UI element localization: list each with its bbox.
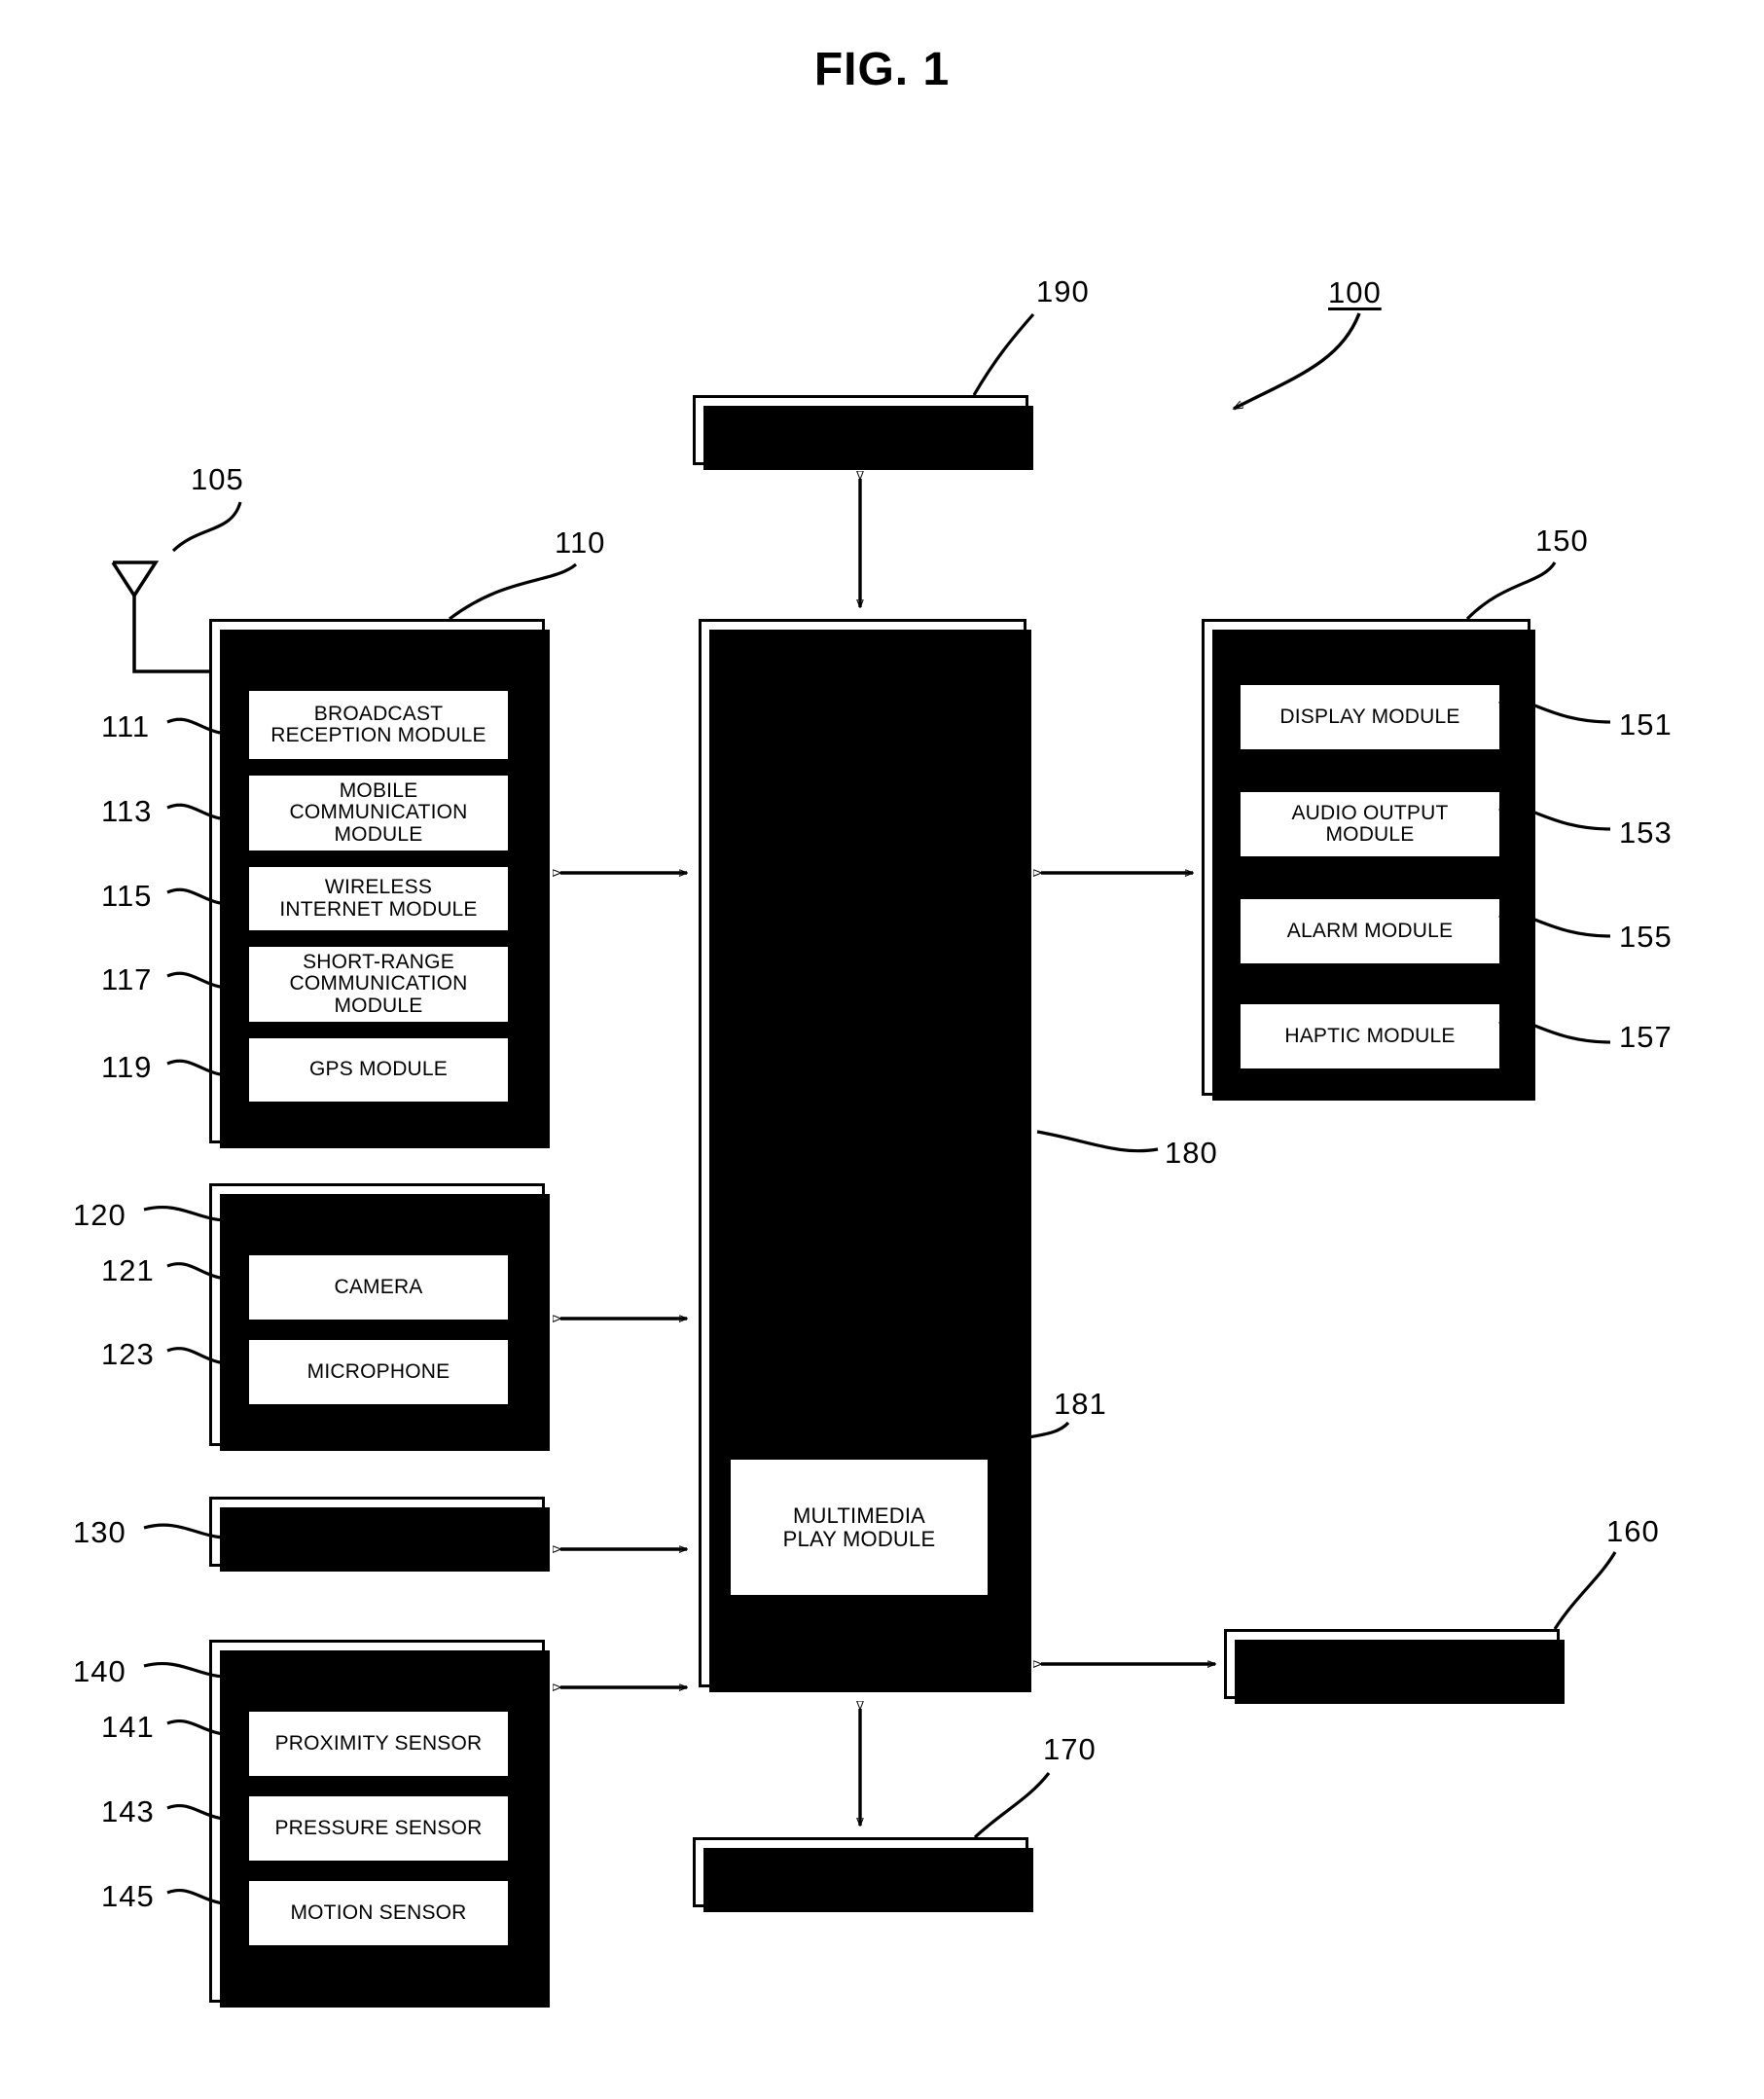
figure-title: FIG. 1 — [813, 44, 951, 95]
ref-117: 117 — [101, 962, 153, 996]
ref-100: 100 — [1328, 275, 1382, 309]
ref-123: 123 — [101, 1337, 155, 1371]
ref-141: 141 — [101, 1710, 155, 1744]
ref-120: 120 — [73, 1198, 126, 1232]
multimedia-play-module: MULTIMEDIA PLAY MODULE — [728, 1457, 990, 1598]
ref-170: 170 — [1043, 1732, 1097, 1766]
av-input-unit-block: A/V INPUT UNIT CAMERA MICROPHONE — [209, 1183, 550, 1451]
power-supply-unit-label: POWER SUPPLY UNIT — [751, 418, 970, 441]
antenna-icon — [111, 561, 209, 673]
ref-180: 180 — [1165, 1136, 1218, 1170]
ref-150: 150 — [1535, 524, 1589, 558]
memory-block: MEMORY — [1224, 1629, 1565, 1704]
ref-157: 157 — [1619, 1020, 1673, 1054]
broadcast-reception-module: BROADCAST RECEPTION MODULE — [246, 688, 511, 762]
audio-output-module: AUDIO OUTPUT MODULE — [1238, 789, 1502, 859]
ref-145: 145 — [101, 1879, 155, 1913]
ref-130: 130 — [73, 1515, 126, 1549]
output-unit-label: OUTPUT UNIT — [1296, 638, 1436, 661]
output-unit-block: OUTPUT UNIT DISPLAY MODULE AUDIO OUTPUT … — [1202, 619, 1535, 1101]
av-input-unit-label: A/V INPUT UNIT — [299, 1205, 455, 1227]
mobile-communication-module: MOBILE COMMUNICATION MODULE — [246, 773, 511, 853]
ref-155: 155 — [1619, 920, 1673, 954]
user-input-unit-label: USER INPUT UNIT — [287, 1520, 467, 1542]
figure-canvas: FIG. 1 POWER SUPPLY UNIT 190 100 105 WIR… — [0, 0, 1764, 2099]
sensing-unit-block: SENSING UNIT PROXIMITY SENSOR PRESSURE S… — [209, 1640, 550, 2008]
ref-113: 113 — [101, 794, 153, 828]
power-supply-unit-block: POWER SUPPLY UNIT — [693, 395, 1033, 470]
ref-153: 153 — [1619, 815, 1673, 850]
motion-sensor-module: MOTION SENSOR — [246, 1878, 511, 1948]
alarm-module: ALARM MODULE — [1238, 896, 1502, 966]
pressure-sensor-module: PRESSURE SENSOR — [246, 1793, 511, 1864]
ref-140: 140 — [73, 1654, 126, 1688]
interface-unit-block: INTERFACE UNIT — [693, 1837, 1033, 1912]
ref-115: 115 — [101, 879, 153, 913]
microphone-module: MICROPHONE — [246, 1337, 511, 1407]
user-input-unit-block: USER INPUT UNIT — [209, 1497, 550, 1572]
wireless-communication-unit-label-line2: COMMUNICATION UNIT — [261, 654, 493, 676]
memory-label: MEMORY — [1345, 1652, 1439, 1675]
ref-181: 181 — [1054, 1387, 1107, 1421]
proximity-sensor-module: PROXIMITY SENSOR — [246, 1709, 511, 1779]
display-module: DISPLAY MODULE — [1238, 682, 1502, 752]
controller-label: CONTROLLER — [788, 1141, 937, 1166]
wireless-internet-module: WIRELESS INTERNET MODULE — [246, 864, 511, 933]
ref-119: 119 — [101, 1050, 153, 1084]
ref-105: 105 — [191, 462, 244, 496]
controller-block: CONTROLLER MULTIMEDIA PLAY MODULE — [699, 619, 1031, 1692]
haptic-module: HAPTIC MODULE — [1238, 1001, 1502, 1071]
short-range-communication-module: SHORT-RANGE COMMUNICATION MODULE — [246, 944, 511, 1025]
wireless-communication-unit-block: WIRELESS COMMUNICATION UNIT BROADCAST RE… — [209, 619, 550, 1148]
ref-143: 143 — [101, 1794, 155, 1828]
sensing-unit-label: SENSING UNIT — [303, 1661, 451, 1683]
ref-121: 121 — [101, 1253, 155, 1287]
ref-190: 190 — [1036, 274, 1090, 308]
interface-unit-label: INTERFACE UNIT — [774, 1861, 947, 1883]
ref-160: 160 — [1606, 1514, 1660, 1548]
camera-module: CAMERA — [246, 1252, 511, 1322]
gps-module: GPS MODULE — [246, 1035, 511, 1104]
ref-111: 111 — [101, 709, 151, 743]
wireless-communication-unit-label-line1: WIRELESS — [323, 633, 431, 655]
ref-151: 151 — [1619, 707, 1673, 742]
ref-110: 110 — [555, 525, 606, 560]
